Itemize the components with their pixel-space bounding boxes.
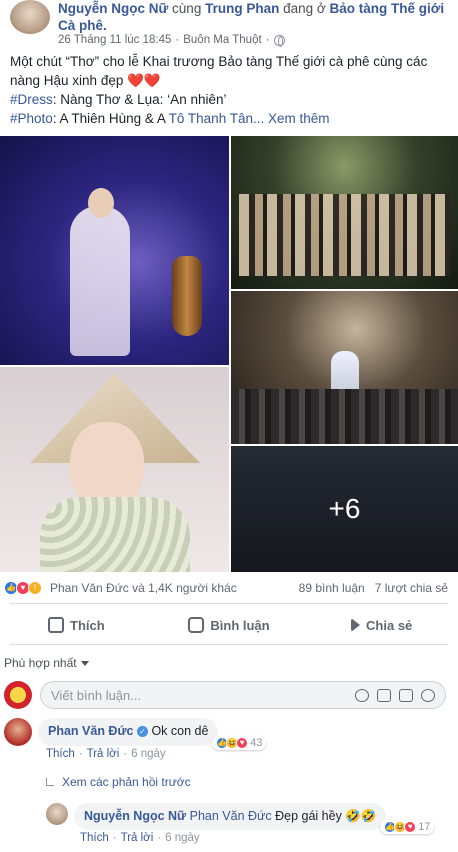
view-previous-replies[interactable]: Xem các phản hồi trước bbox=[46, 775, 191, 789]
love-reaction-icon: ♥ bbox=[404, 821, 417, 833]
comment-placeholder: Viết bình luận... bbox=[51, 687, 142, 703]
my-avatar bbox=[4, 681, 32, 709]
dress-text: : Nàng Thơ & Lụa: ‘An nhiên’ bbox=[52, 92, 227, 107]
comment-like-link[interactable]: Thích bbox=[46, 748, 75, 760]
comment-bubble: Phan Văn Đức ✓ Ok con dê 👍 😆 ♥ 43 bbox=[38, 718, 267, 750]
post-header: Nguyễn Ngọc Nữ cùng Trung Phan đang ở Bả… bbox=[8, 0, 450, 50]
photo-conical-hat[interactable] bbox=[0, 367, 229, 572]
with-text: cùng bbox=[172, 1, 202, 16]
like-label: Thích bbox=[70, 617, 105, 633]
chevron-down-icon bbox=[80, 660, 89, 666]
reactors-text[interactable]: Phan Văn Đức và 1,4K người khác bbox=[50, 581, 237, 595]
at-text: đang ở bbox=[283, 1, 326, 16]
composer-tools bbox=[355, 688, 435, 702]
comment-count[interactable]: 89 bình luận bbox=[299, 581, 365, 595]
commenter-name[interactable]: Phan Văn Đức bbox=[48, 724, 133, 738]
reaction-stats: 👍 ♥ ! Phan Văn Đức và 1,4K người khác 89… bbox=[4, 578, 448, 598]
comment-icon bbox=[188, 617, 205, 633]
hashtag-dress[interactable]: #Dress bbox=[10, 92, 53, 107]
post-timestamp[interactable]: 26 Tháng 11 lúc 18:45 bbox=[58, 34, 171, 46]
emoji-icon[interactable] bbox=[355, 688, 369, 702]
comment-composer: Viết bình luận... bbox=[4, 681, 446, 709]
share-count[interactable]: 7 lượt chia sẻ bbox=[375, 581, 448, 595]
comment-input[interactable]: Viết bình luận... bbox=[40, 681, 446, 709]
share-icon bbox=[351, 618, 361, 632]
author-name[interactable]: Nguyễn Ngọc Nữ bbox=[58, 1, 168, 16]
comment-item: Phan Văn Đức ✓ Ok con dê 👍 😆 ♥ 43 bbox=[4, 718, 267, 750]
comment-reactions[interactable]: 👍 😆 ♥ 43 bbox=[212, 736, 267, 750]
view-previous-label: Xem các phản hồi trước bbox=[62, 775, 191, 789]
share-button[interactable]: Chia sẻ bbox=[305, 610, 458, 640]
post-location[interactable]: Buôn Ma Thuột bbox=[183, 34, 261, 46]
more-photos-count: +6 bbox=[328, 493, 361, 524]
author-avatar[interactable] bbox=[10, 0, 50, 34]
photo-more[interactable]: +6 bbox=[231, 446, 458, 572]
photo-runway[interactable] bbox=[231, 291, 458, 444]
model-head bbox=[88, 188, 114, 218]
separator: · bbox=[175, 34, 180, 46]
commenter-avatar[interactable] bbox=[4, 718, 32, 746]
globe-icon[interactable] bbox=[273, 34, 285, 47]
floral-dress bbox=[40, 497, 190, 572]
post-caption: Một chút “Thơ” cho lễ Khai trương Bảo tà… bbox=[10, 52, 448, 128]
photo-group-stage[interactable] bbox=[231, 136, 458, 289]
gif-icon[interactable] bbox=[399, 688, 413, 702]
audience bbox=[231, 389, 458, 444]
reply-mention[interactable]: Phan Văn Đức bbox=[190, 809, 272, 823]
comment-label: Bình luận bbox=[210, 617, 270, 633]
wow-reaction-icon: ! bbox=[28, 581, 42, 595]
replier-name[interactable]: Nguyễn Ngọc Nữ bbox=[84, 809, 186, 823]
camera-icon[interactable] bbox=[377, 688, 391, 702]
like-button[interactable]: Thích bbox=[0, 610, 153, 640]
reaction-icons[interactable]: 👍 ♥ ! bbox=[4, 581, 42, 595]
separator: · bbox=[265, 34, 270, 46]
model-figure bbox=[70, 206, 130, 356]
reply-reply-link[interactable]: Trả lời bbox=[121, 832, 154, 844]
sort-label: Phù hợp nhất bbox=[4, 656, 77, 670]
post-actions: Thích Bình luận Chia sẻ bbox=[0, 610, 458, 640]
divider bbox=[10, 644, 448, 645]
verified-icon: ✓ bbox=[136, 726, 148, 738]
comment-sort[interactable]: Phù hợp nhất bbox=[4, 656, 89, 670]
reply-text: Đẹp gái hềy 🤣🤣 bbox=[275, 809, 377, 823]
see-more-link[interactable]: Xem thêm bbox=[268, 111, 330, 126]
love-reaction-icon: ♥ bbox=[236, 737, 249, 749]
hashtag-photo[interactable]: #Photo bbox=[10, 111, 53, 126]
caption-text: Một chút “Thơ” cho lễ Khai trương Bảo tà… bbox=[10, 54, 428, 88]
comment-reply-link[interactable]: Trả lời bbox=[87, 748, 120, 760]
reply-reactions[interactable]: 👍 😆 ♥ 17 bbox=[380, 820, 435, 834]
reply-reaction-count: 17 bbox=[418, 821, 431, 833]
photo-grid: +6 bbox=[0, 136, 458, 572]
reply-time[interactable]: 6 ngày bbox=[165, 832, 200, 844]
share-label: Chia sẻ bbox=[366, 617, 413, 633]
comment-text: Ok con dê bbox=[151, 724, 209, 738]
comment-button[interactable]: Bình luận bbox=[153, 610, 306, 640]
post-header-text: Nguyễn Ngọc Nữ cùng Trung Phan đang ở Bả… bbox=[58, 0, 450, 34]
replier-avatar[interactable] bbox=[46, 803, 68, 825]
sticker-icon[interactable] bbox=[421, 688, 435, 702]
reply-links: Thích · Trả lời · 6 ngày bbox=[80, 832, 200, 844]
post-meta: 26 Tháng 11 lúc 18:45 · Buôn Ma Thuột · bbox=[58, 34, 285, 47]
photo-text: : A Thiên Hùng & A bbox=[52, 111, 166, 126]
like-icon bbox=[48, 617, 64, 633]
photo-model-vase[interactable] bbox=[0, 136, 229, 365]
reply-bubble: Nguyễn Ngọc Nữ Phan Văn Đức Đẹp gái hềy … bbox=[74, 803, 435, 834]
reply-arrow-icon bbox=[46, 778, 54, 786]
tagged-name[interactable]: Trung Phan bbox=[205, 1, 279, 16]
reply-like-link[interactable]: Thích bbox=[80, 832, 109, 844]
comment-reaction-count: 43 bbox=[250, 737, 263, 749]
group-row bbox=[239, 194, 450, 276]
comment-links: Thích · Trả lời · 6 ngày bbox=[46, 748, 166, 760]
reply-item: Nguyễn Ngọc Nữ Phan Văn Đức Đẹp gái hềy … bbox=[46, 803, 435, 834]
divider bbox=[10, 603, 448, 604]
heart-emoji: ❤️❤️ bbox=[127, 73, 161, 88]
vase-figure bbox=[172, 256, 202, 336]
comment-time[interactable]: 6 ngày bbox=[131, 748, 166, 760]
photographer-link[interactable]: Tô Thanh Tân... bbox=[169, 111, 265, 126]
